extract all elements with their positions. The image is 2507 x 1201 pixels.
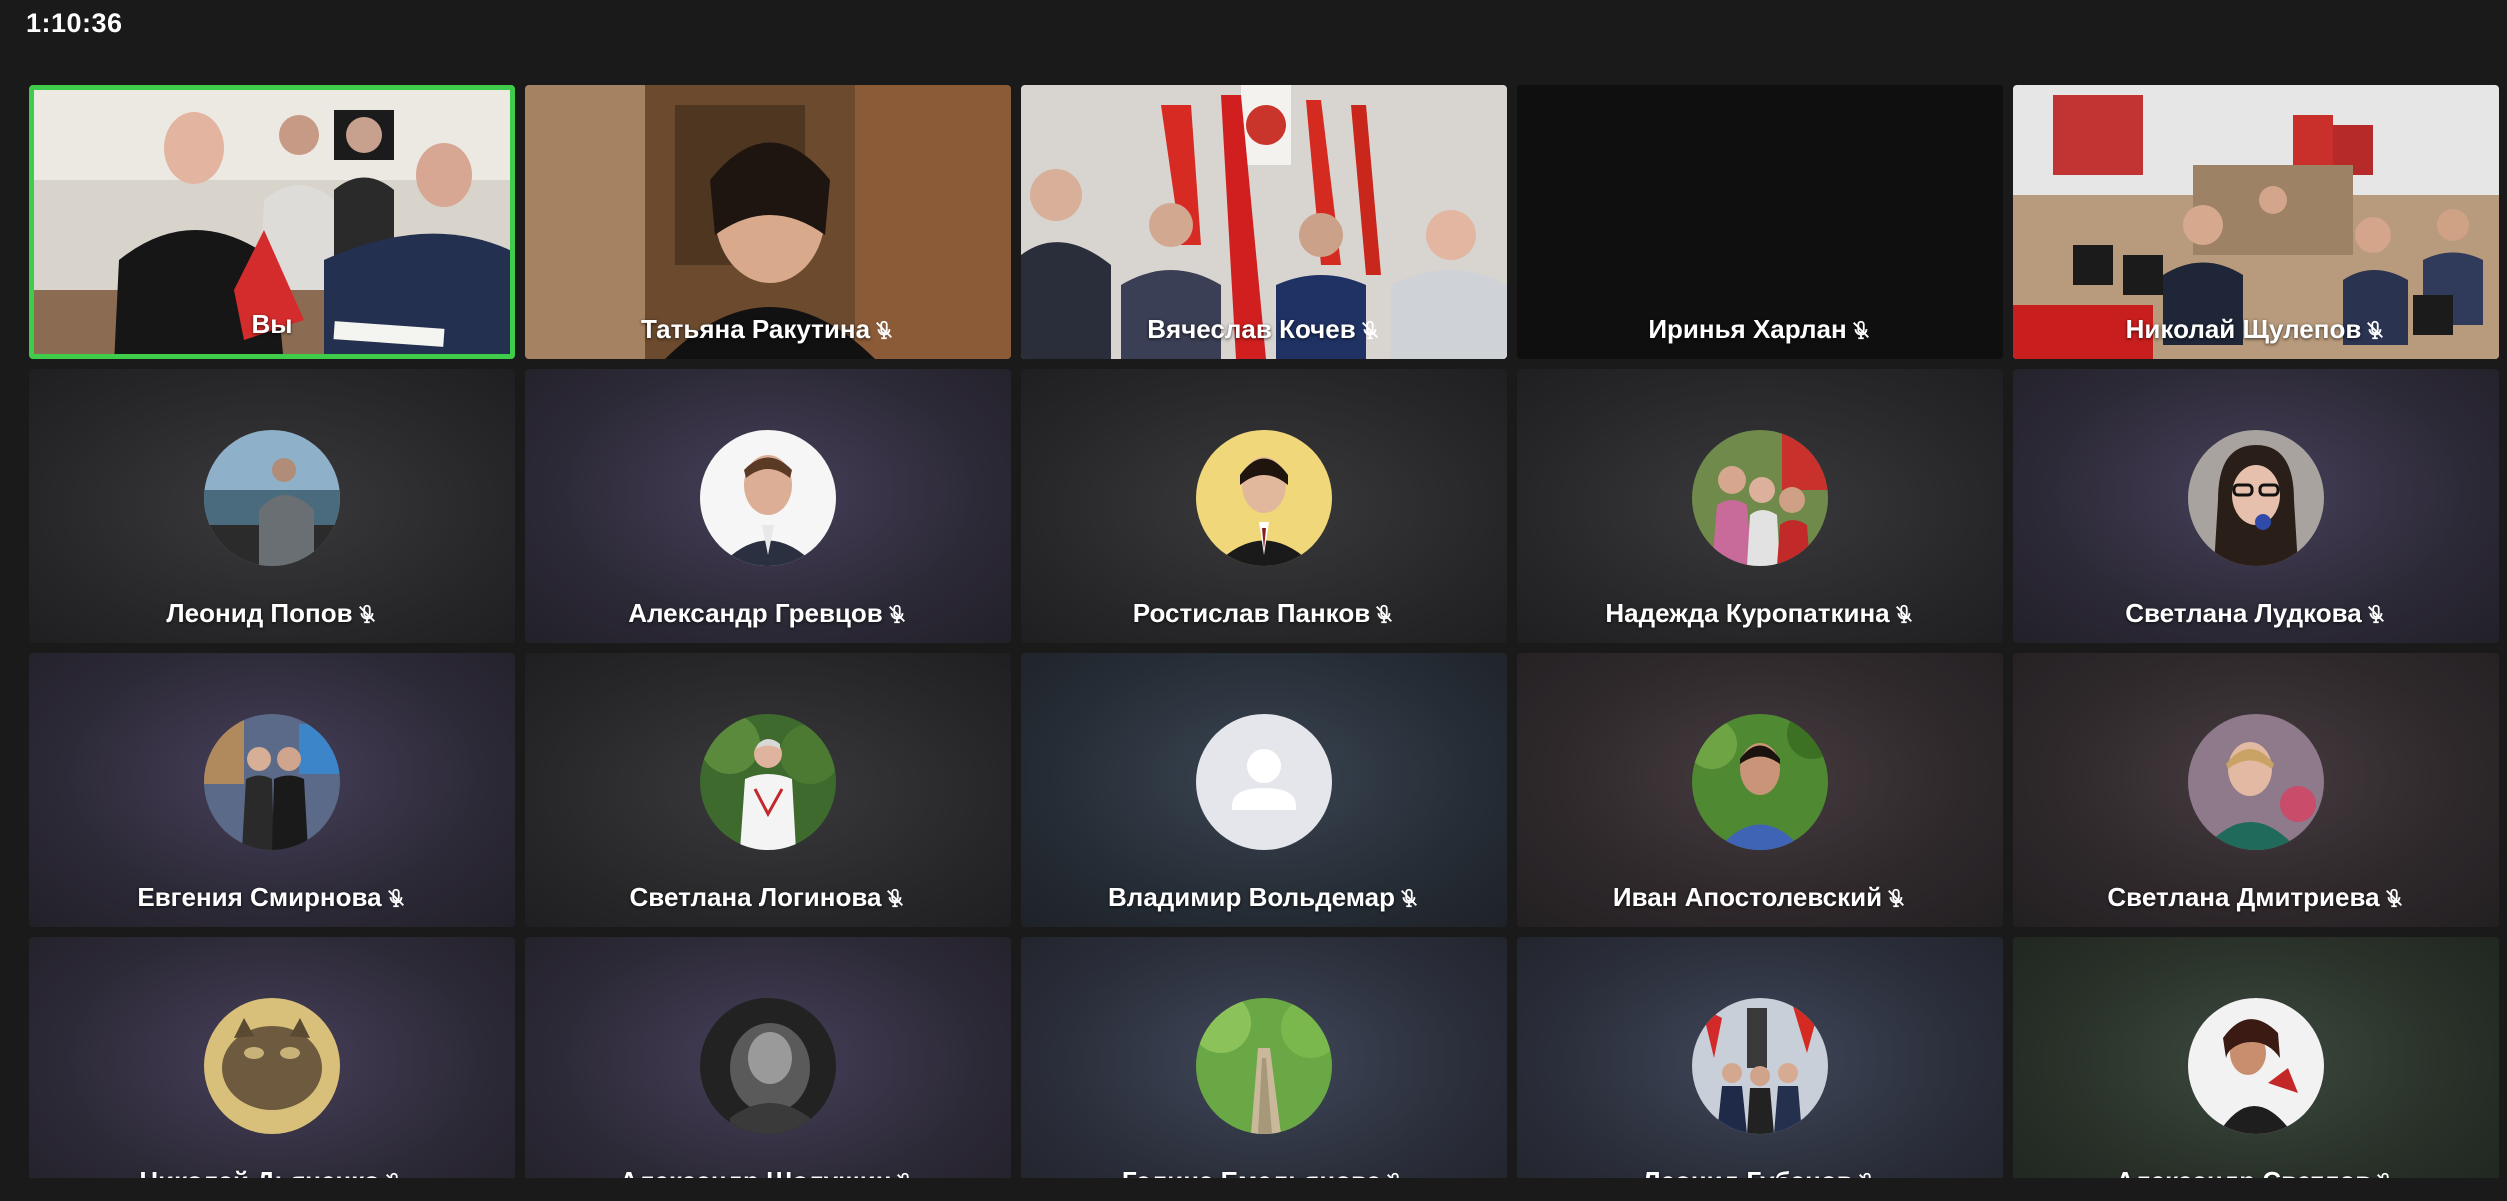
participant-name: Светлана Лудкова	[2013, 598, 2499, 629]
mic-off-icon	[1400, 888, 1417, 908]
participant-tile[interactable]: Галина Емельянова	[1021, 937, 1507, 1178]
mic-off-icon	[358, 604, 375, 624]
participant-name: Татьяна Ракутина	[525, 314, 1011, 345]
participant-tile-self[interactable]: Вы	[29, 85, 515, 359]
mic-off-icon	[1858, 1172, 1871, 1178]
avatar	[2188, 714, 2324, 850]
mic-off-icon	[1376, 604, 1393, 624]
avatar	[2188, 998, 2324, 1134]
participant-name: Галина Емельянова	[1021, 1166, 1507, 1178]
participant-tile[interactable]: Николай Щулепов	[2013, 85, 2499, 359]
mic-off-icon	[1387, 1172, 1399, 1178]
participant-tile[interactable]: Иван Апостолевский	[1517, 653, 2003, 927]
participant-name: Александр Светлов	[2013, 1166, 2499, 1178]
elapsed-timer: 1:10:36	[26, 8, 123, 38]
mic-off-icon	[876, 320, 893, 340]
mic-off-icon	[1852, 320, 1869, 340]
mic-off-icon	[1361, 320, 1378, 340]
participant-grid: Вы Татьяна Ракутина Вячеслав Кочев Иринь…	[29, 85, 2501, 1178]
participant-tile[interactable]: Александр Гревцов	[525, 369, 1011, 643]
participant-name: Владимир Вольдемар	[1021, 882, 1507, 913]
participant-tile[interactable]: Александр Светлов	[2013, 937, 2499, 1178]
mic-off-icon	[2385, 888, 2402, 908]
avatar	[1692, 430, 1828, 566]
mic-off-icon	[387, 888, 404, 908]
person-icon	[1196, 714, 1332, 850]
mic-off-icon	[888, 604, 905, 624]
participant-tile[interactable]: Вячеслав Кочев	[1021, 85, 1507, 359]
mic-off-icon	[385, 1172, 398, 1178]
participant-tile[interactable]: Леонид Попов	[29, 369, 515, 643]
mic-off-icon	[897, 1172, 910, 1178]
avatar	[204, 998, 340, 1134]
participant-name: Надежда Куропаткина	[1517, 598, 2003, 629]
participant-name: Светлана Логинова	[525, 882, 1011, 913]
mic-off-icon	[887, 888, 904, 908]
participant-tile[interactable]: Светлана Дмитриева	[2013, 653, 2499, 927]
mic-off-icon	[2377, 1172, 2389, 1178]
participant-name: Иринья Харлан	[1517, 314, 2003, 345]
participant-name: Евгения Смирнова	[29, 882, 515, 913]
avatar	[204, 714, 340, 850]
mic-off-icon	[1888, 888, 1905, 908]
avatar	[1196, 430, 1332, 566]
participant-name: Леонид Губанов	[1517, 1166, 2003, 1178]
participant-tile[interactable]: Надежда Куропаткина	[1517, 369, 2003, 643]
participant-name: Николай Дьяченко	[29, 1166, 515, 1178]
participant-name: Ростислав Панков	[1021, 598, 1507, 629]
avatar	[1196, 714, 1332, 850]
participant-tile[interactable]: Светлана Логинова	[525, 653, 1011, 927]
participant-name: Александр Шолушин	[525, 1166, 1011, 1178]
participant-tile[interactable]: Леонид Губанов	[1517, 937, 2003, 1178]
mic-off-icon	[1895, 604, 1912, 624]
participant-tile[interactable]: Светлана Лудкова	[2013, 369, 2499, 643]
participant-tile[interactable]: Николай Дьяченко	[29, 937, 515, 1178]
avatar	[1692, 714, 1828, 850]
participant-tile[interactable]: Ростислав Панков	[1021, 369, 1507, 643]
participant-name: Вячеслав Кочев	[1021, 314, 1507, 345]
participant-tile[interactable]: Александр Шолушин	[525, 937, 1011, 1178]
participant-name: Леонид Попов	[29, 598, 515, 629]
mic-off-icon	[2367, 320, 2384, 340]
avatar	[1692, 998, 1828, 1134]
participant-tile[interactable]: Владимир Вольдемар	[1021, 653, 1507, 927]
participant-name: Иван Апостолевский	[1517, 882, 2003, 913]
participant-name: Вы	[251, 309, 293, 339]
avatar	[700, 430, 836, 566]
participant-tile[interactable]: Иринья Харлан	[1517, 85, 2003, 359]
participant-name: Николай Щулепов	[2013, 314, 2499, 345]
participant-name: Александр Гревцов	[525, 598, 1011, 629]
avatar	[700, 998, 836, 1134]
avatar	[2188, 430, 2324, 566]
avatar	[700, 714, 836, 850]
avatar	[204, 430, 340, 566]
participant-tile[interactable]: Евгения Смирнова	[29, 653, 515, 927]
avatar	[1196, 998, 1332, 1134]
participant-tile[interactable]: Татьяна Ракутина	[525, 85, 1011, 359]
participant-name: Светлана Дмитриева	[2013, 882, 2499, 913]
mic-off-icon	[2367, 604, 2384, 624]
